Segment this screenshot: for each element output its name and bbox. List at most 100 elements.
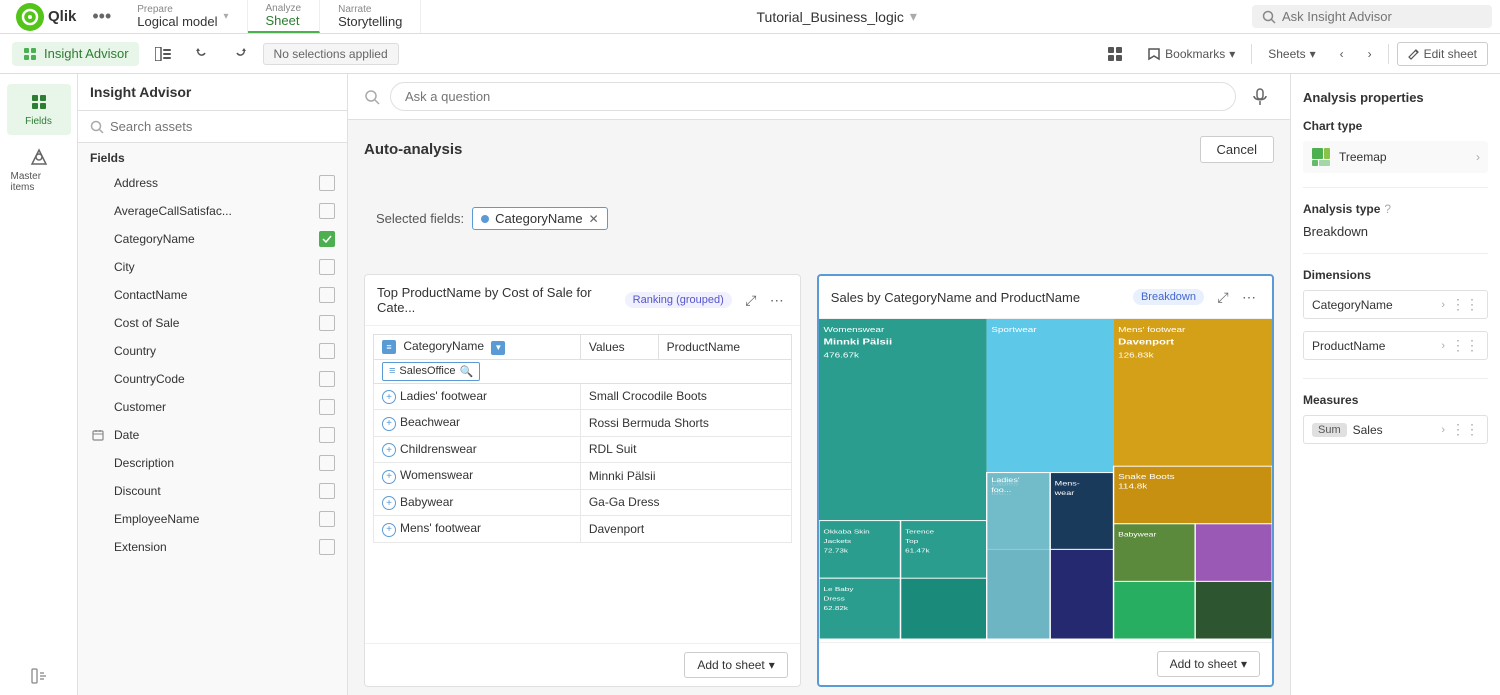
treemap-bottom-2[interactable] [1195,581,1272,639]
chart-1-more-btn[interactable]: ⋯ [766,289,788,311]
field-checkbox[interactable] [319,371,335,387]
field-item[interactable]: CategoryName [78,225,347,253]
field-item[interactable]: Discount [78,477,347,505]
field-item[interactable]: AverageCallSatisfac... [78,197,347,225]
field-checkbox[interactable] [319,231,335,247]
dimension-1-more-icon[interactable]: ⋮⋮ [1451,296,1479,313]
sheets-btn[interactable]: Sheets ▾ [1260,43,1323,65]
ask-advisor-input[interactable] [1282,9,1482,24]
field-name: Address [114,176,311,190]
redo-btn[interactable] [225,43,255,65]
field-checkbox[interactable] [319,175,335,191]
field-item[interactable]: CountryCode [78,365,347,393]
treemap-babywear-2[interactable] [1195,524,1272,582]
row-expand-icon[interactable]: + [382,417,396,431]
app-title-arrow-icon[interactable]: ▾ [910,8,917,25]
next-sheet-btn[interactable]: › [1360,43,1380,65]
selected-field-name: CategoryName [495,211,582,226]
chart-1-add-sheet-btn[interactable]: Add to sheet ▾ [684,652,787,678]
prev-sheet-btn[interactable]: ‹ [1332,43,1352,65]
field-item[interactable]: Country [78,337,347,365]
treemap-womenswear-minnki[interactable] [819,319,987,521]
analysis-type-help-icon[interactable]: ? [1384,202,1391,216]
treemap-label: Ladies' [991,476,1020,483]
field-item[interactable]: ContactName [78,281,347,309]
table-row: +Mens' footwear Davenport [374,516,792,543]
field-checkbox[interactable] [319,483,335,499]
sidebar-master-items-btn[interactable]: Master items [7,139,71,201]
treemap-womenswear-extra[interactable] [900,578,986,639]
collapse-sidebar-btn[interactable] [31,668,47,687]
toggle-left-panel-btn[interactable] [147,43,179,65]
nav-narrate-sub: Storytelling [338,15,402,28]
question-input[interactable] [390,82,1236,111]
field-item[interactable]: Date [78,421,347,449]
dimension-item-1[interactable]: CategoryName › ⋮⋮ [1303,290,1488,319]
chart-2-fullscreen-btn[interactable]: ⤢ [1212,286,1234,308]
field-item[interactable]: Description [78,449,347,477]
measures-label: Measures [1303,393,1488,407]
chart-type-section: Chart type Treemap › [1303,119,1488,173]
treemap-menswear-2[interactable] [1050,549,1113,639]
field-checkbox[interactable] [319,511,335,527]
insight-advisor-btn[interactable]: Insight Advisor [12,42,139,66]
treemap-sportwear[interactable] [986,319,1113,473]
col-filter-icon[interactable]: ▼ [491,341,505,355]
edit-sheet-btn[interactable]: Edit sheet [1397,42,1488,66]
field-item[interactable]: Address [78,169,347,197]
table-row: +Ladies' footwear Small Crocodile Boots [374,383,792,410]
chart-type-item[interactable]: Treemap › [1303,141,1488,173]
edit-icon [1408,48,1420,60]
field-checkbox[interactable] [319,399,335,415]
nav-analyze[interactable]: Analyze Sheet [248,0,321,33]
chart-1-table: ≡ CategoryName ▼ Values ProductName [373,334,792,543]
search-assets-icon [90,120,104,134]
field-checkbox[interactable] [319,539,335,555]
dimension-item-2[interactable]: ProductName › ⋮⋮ [1303,331,1488,360]
search-assets-input[interactable] [110,119,335,134]
nav-narrate[interactable]: Narrate Storytelling [320,0,421,33]
field-item[interactable]: Extension [78,533,347,561]
field-checkbox[interactable] [319,315,335,331]
table-cell-category: +Babywear [374,489,581,516]
field-item[interactable]: Cost of Sale [78,309,347,337]
nav-more-icon[interactable]: ••• [84,6,119,27]
treemap-label: Womenswear [823,325,884,333]
field-checkbox[interactable] [319,343,335,359]
chart-2-more-btn[interactable]: ⋯ [1238,286,1260,308]
field-type-icon [90,455,106,471]
row-expand-icon[interactable]: + [382,523,396,537]
row-expand-icon[interactable]: + [382,390,396,404]
bookmarks-btn[interactable]: Bookmarks ▾ [1139,43,1243,65]
treemap-bottom-1[interactable] [1113,581,1195,639]
table-cell-product: Ga-Ga Dress [580,489,791,516]
field-checkbox[interactable] [319,287,335,303]
measure-more-icon[interactable]: ⋮⋮ [1451,421,1479,438]
treemap-extra-1[interactable] [986,473,1049,639]
sales-office-filter[interactable]: ≡ SalesOffice 🔍 [382,362,480,381]
measure-item-1[interactable]: Sum Sales › ⋮⋮ [1303,415,1488,444]
search-assets-bar[interactable] [78,111,347,143]
field-checkbox[interactable] [319,455,335,471]
microphone-btn[interactable] [1246,83,1274,111]
field-item[interactable]: City [78,253,347,281]
row-expand-icon[interactable]: + [382,443,396,457]
chart-2-add-sheet-btn[interactable]: Add to sheet ▾ [1157,651,1260,677]
field-item[interactable]: EmployeeName [78,505,347,533]
microphone-icon [1253,88,1267,106]
field-checkbox[interactable] [319,203,335,219]
cancel-btn[interactable]: Cancel [1200,136,1274,163]
row-expand-icon[interactable]: + [382,470,396,484]
field-checkbox[interactable] [319,259,335,275]
grid-view-btn[interactable] [1099,42,1131,66]
chart-1-fullscreen-btn[interactable]: ⤢ [740,289,762,311]
ask-advisor-search[interactable] [1252,5,1492,28]
undo-btn[interactable] [187,43,217,65]
sidebar-fields-btn[interactable]: Fields [7,84,71,135]
field-tag-close-btn[interactable]: ✕ [589,212,599,226]
field-item[interactable]: Customer [78,393,347,421]
row-expand-icon[interactable]: + [382,496,396,510]
field-checkbox[interactable] [319,427,335,443]
dimension-2-more-icon[interactable]: ⋮⋮ [1451,337,1479,354]
nav-prepare[interactable]: Prepare Logical model ▾ [119,0,247,33]
